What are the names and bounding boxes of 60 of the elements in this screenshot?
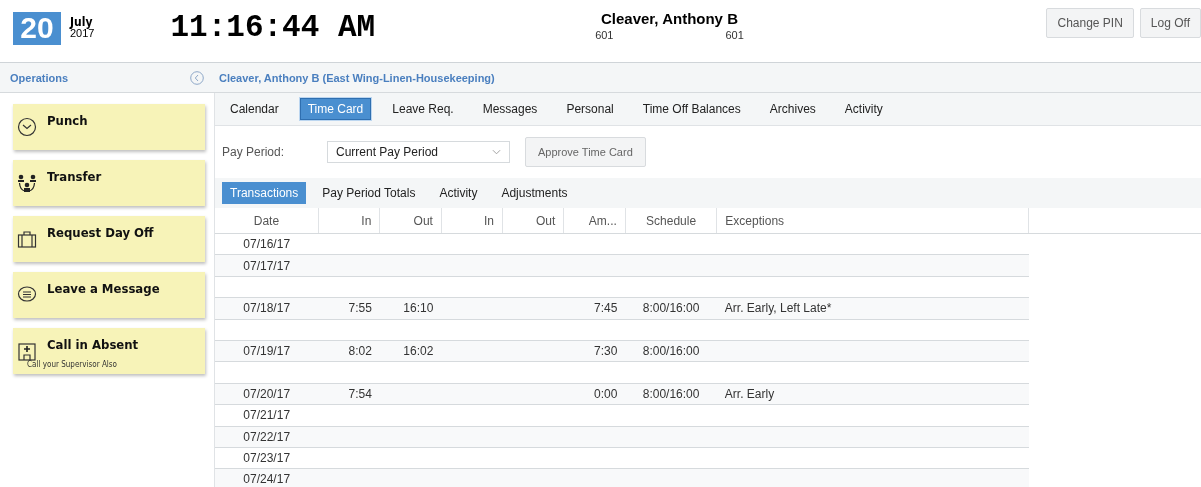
action-button[interactable]: Leave a Message [13, 272, 205, 318]
column-header[interactable]: Am... [563, 208, 626, 234]
action-button[interactable]: Request Day Off [13, 216, 205, 262]
date-year: 2017 [70, 28, 95, 39]
sidebar-title: Operations [9, 71, 70, 84]
tab[interactable]: Archives [761, 98, 824, 120]
chevron-icon [492, 149, 501, 155]
people-icon [17, 173, 37, 193]
building-icon [17, 341, 37, 361]
employee-code: 601 [725, 28, 744, 41]
tab[interactable]: Calendar [222, 98, 287, 120]
column-header[interactable]: Date [215, 208, 319, 234]
subtab[interactable]: Adjustments [493, 182, 576, 204]
tab[interactable]: Leave Req. [384, 98, 462, 120]
action-button[interactable]: Call in Absent Call your Supervisor Also [13, 328, 205, 374]
collapse-icon[interactable] [190, 70, 204, 85]
employee-code: 601 [595, 28, 614, 41]
speech-bubble-icon [17, 285, 37, 305]
header-button[interactable]: Change PIN [1046, 8, 1134, 38]
header-button[interactable]: Log Off [1139, 8, 1201, 38]
table-cell: 8:02 [318, 340, 380, 362]
action-button[interactable]: Punch [13, 104, 205, 150]
tab[interactable]: Messages [474, 98, 546, 120]
column-header[interactable]: Schedule [625, 208, 717, 234]
column-header[interactable]: Out [379, 208, 442, 234]
table-cell: 07/21/17 [215, 404, 319, 426]
table-cell: 8:00/16:00 [625, 297, 717, 320]
date-month: July [70, 17, 93, 28]
clock-time: 11:16:44 AM [170, 9, 376, 45]
table-cell: 07/20/17 [215, 383, 319, 405]
action-button[interactable]: Transfer [13, 160, 205, 206]
subtab[interactable]: Activity [431, 182, 486, 204]
table-cell: 07/19/17 [215, 340, 319, 362]
approve-button[interactable]: Approve Time Card [525, 137, 646, 167]
tab[interactable]: Personal [558, 98, 622, 120]
pay-period-dropdown[interactable]: Current Pay Period [327, 141, 510, 163]
column-header[interactable]: Out [502, 208, 564, 234]
clock-icon [17, 117, 37, 137]
table-cell: 07/23/17 [215, 447, 319, 469]
employee-department: Cleaver, Anthony B (East Wing-Linen-Housekeeping) [219, 71, 495, 84]
date-day: 20 [13, 11, 61, 45]
table-cell: 8:00/16:00 [625, 340, 717, 362]
table-cell: 7:54 [318, 383, 380, 405]
table-cell: 8:00/16:00 [625, 383, 717, 405]
column-header[interactable]: Exceptions [716, 208, 1029, 234]
table-cell: Arr. Early [716, 383, 1029, 405]
table-cell: Arr. Early, Left Late* [716, 297, 1029, 320]
column-header[interactable]: In [441, 208, 503, 234]
employee-name: Cleaver, Anthony B [601, 9, 738, 27]
table-cell: 07/18/17 [215, 297, 319, 320]
table-cell: 07/16/17 [215, 233, 319, 255]
table-cell: 07/17/17 [215, 254, 319, 277]
briefcase-icon [17, 229, 37, 249]
tab[interactable]: Time Off Balances [634, 98, 749, 120]
subtab[interactable]: Pay Period Totals [314, 182, 424, 204]
table-cell: 07/22/17 [215, 426, 319, 448]
column-header[interactable]: In [318, 208, 380, 234]
table-cell: 7:55 [318, 297, 380, 320]
pay-period-label: Pay Period: [222, 145, 286, 159]
tab[interactable]: Activity [836, 98, 891, 120]
